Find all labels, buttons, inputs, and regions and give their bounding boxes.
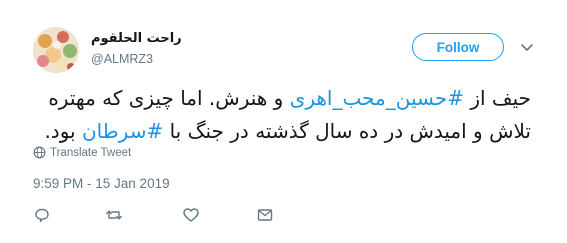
- heart-icon: [183, 208, 199, 222]
- like-button[interactable]: [182, 206, 200, 224]
- chevron-down-icon[interactable]: [519, 39, 535, 55]
- tweet-line-1: حیف از #حسین_محب_اهری و هنرش. اما چیزی ک…: [31, 82, 531, 115]
- tweet-line-2: تلاش و امیدش در ده سال گذشته در جنگ با #…: [31, 115, 531, 148]
- follow-button[interactable]: Follow: [412, 33, 504, 61]
- tweet-actions: [33, 206, 273, 226]
- tweet-text-segment: حیف از: [463, 86, 531, 110]
- translate-tweet-link[interactable]: Translate Tweet: [33, 146, 131, 159]
- tweet-timestamp[interactable]: 9:59 PM - 15 Jan 2019: [33, 176, 170, 191]
- translate-label[interactable]: Translate Tweet: [50, 147, 131, 159]
- envelope-icon: [257, 209, 273, 221]
- reply-button[interactable]: [33, 206, 51, 224]
- share-button[interactable]: [256, 206, 274, 224]
- author-block[interactable]: راحت الحلقوم @ALMRZ3: [91, 30, 182, 68]
- retweet-button[interactable]: [105, 206, 123, 224]
- reply-icon: [35, 208, 49, 223]
- tweet-text: حیف از #حسین_محب_اهری و هنرش. اما چیزی ک…: [31, 82, 531, 148]
- tweet-text-segment: بود.: [44, 119, 82, 143]
- hashtag-link[interactable]: #حسین_محب_اهری: [290, 86, 464, 110]
- avatar[interactable]: [33, 27, 79, 73]
- retweet-icon: [106, 210, 122, 220]
- user-handle[interactable]: @ALMRZ3: [91, 50, 182, 68]
- globe-icon: [33, 146, 46, 159]
- tweet-card: راحت الحلقوم @ALMRZ3 Follow حیف از #حسین…: [0, 0, 567, 243]
- tweet-text-segment: و هنرش. اما چیزی که مهتره: [48, 86, 290, 110]
- tweet-text-segment: تلاش و امیدش در ده سال گذشته در جنگ با: [163, 119, 531, 143]
- display-name[interactable]: راحت الحلقوم: [91, 30, 182, 48]
- hashtag-link[interactable]: #سرطان: [82, 119, 163, 143]
